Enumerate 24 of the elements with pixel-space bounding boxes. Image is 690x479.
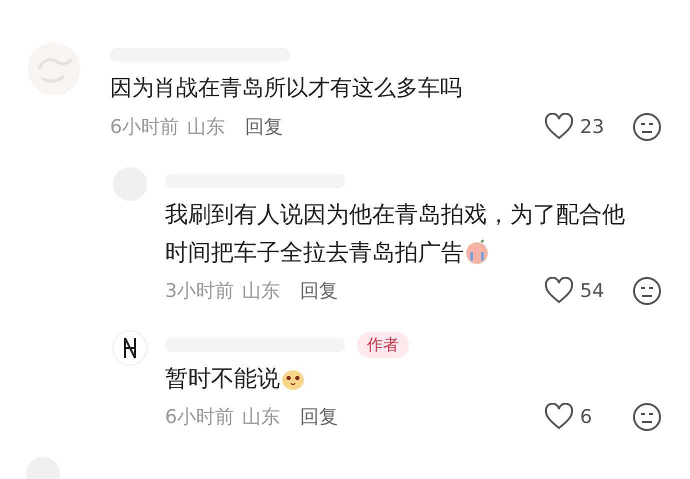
dislike-face-icon[interactable] xyxy=(632,276,662,306)
comment-time: 6小时前 xyxy=(110,115,180,140)
reply-link[interactable]: 回复 xyxy=(245,114,284,140)
heart-icon[interactable] xyxy=(544,277,574,305)
like-count: 54 xyxy=(580,280,606,302)
reply-time: 6小时前 xyxy=(165,405,234,430)
comment-location: 山东 xyxy=(187,115,226,140)
like-count: 6 xyxy=(580,406,594,428)
reply-time: 3小时前 xyxy=(165,279,234,304)
reply-text: 暂时不能说 xyxy=(165,360,629,398)
heart-icon[interactable] xyxy=(544,403,574,431)
crying-emoji-icon xyxy=(464,239,490,265)
like-count: 23 xyxy=(580,116,606,138)
avatar-logo-icon[interactable] xyxy=(112,330,148,366)
heart-icon[interactable] xyxy=(544,113,574,141)
dislike-face-icon[interactable] xyxy=(632,112,662,142)
reply-link[interactable]: 回复 xyxy=(300,404,338,430)
reply-link[interactable]: 回复 xyxy=(300,278,338,304)
reply-text: 我刷到有人说因为他在青岛拍戏，为了配合他时间把车子全拉去青岛拍广告 xyxy=(165,201,626,268)
author-badge: 作者 xyxy=(357,332,409,358)
reply-location: 山东 xyxy=(242,405,280,430)
reply-location: 山东 xyxy=(242,279,280,304)
dislike-face-icon[interactable] xyxy=(632,402,662,432)
comment-text: 因为肖战在青岛所以才有这么多车吗 xyxy=(110,75,463,103)
